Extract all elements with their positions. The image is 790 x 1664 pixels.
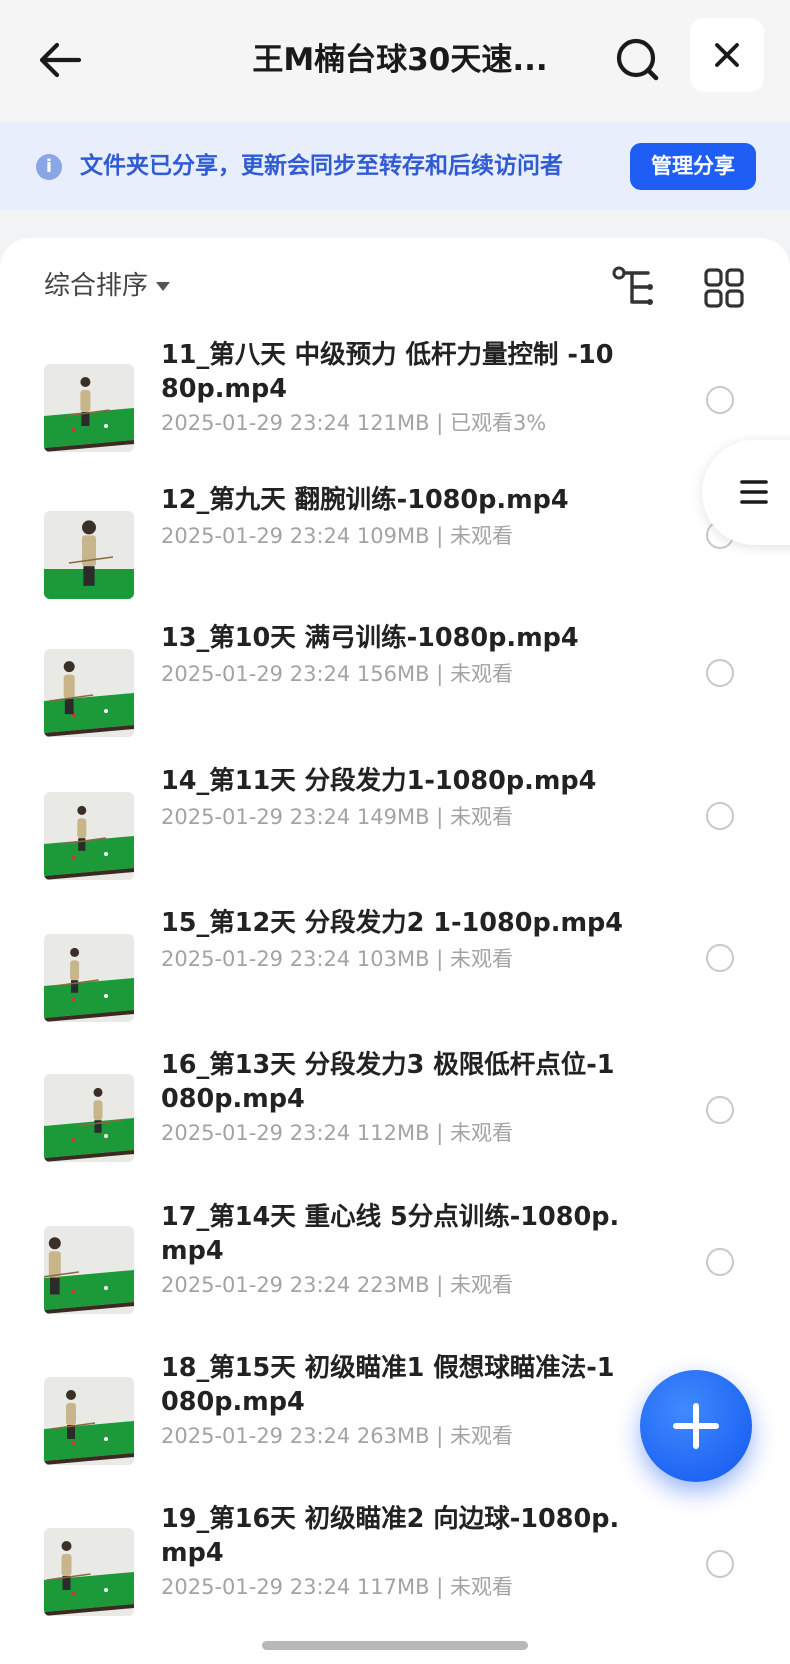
add-button[interactable] [640, 1370, 752, 1482]
grid-view-icon [704, 268, 744, 308]
file-row[interactable]: 16_第13天 分段发力3 极限低杆点位-1080p.mp4 2025-01-29… [0, 1040, 790, 1180]
file-meta: 2025-01-29 23:24 109MB | 未观看 [161, 524, 513, 548]
file-row[interactable]: 12_第九天 翻腕训练-1080p.mp4 2025-01-29 23:24 10… [0, 475, 790, 615]
grid-view-button[interactable] [700, 264, 748, 312]
file-name: 14_第11天 分段发力1-1080p.mp4 [161, 766, 597, 796]
arrow-left-icon [39, 42, 82, 78]
file-meta: 2025-01-29 23:24 112MB | 未观看 [161, 1121, 513, 1145]
file-row[interactable]: 15_第12天 分段发力2 1-1080p.mp4 2025-01-29 23:2… [0, 898, 790, 1038]
tree-view-button[interactable] [610, 264, 658, 312]
file-name: 12_第九天 翻腕训练-1080p.mp4 [161, 485, 569, 515]
file-name: 17_第14天 重心线 5分点训练-1080p.mp4 [161, 1202, 620, 1266]
video-thumbnail [44, 511, 134, 599]
file-row[interactable]: 19_第16天 初级瞄准2 向边球-1080p.mp4 2025-01-29 23… [0, 1494, 790, 1634]
file-row[interactable]: 13_第10天 满弓训练-1080p.mp4 2025-01-29 23:24 1… [0, 613, 790, 753]
video-thumbnail [44, 1377, 134, 1465]
file-name: 13_第10天 满弓训练-1080p.mp4 [161, 623, 579, 653]
file-meta: 2025-01-29 23:24 117MB | 未观看 [161, 1575, 513, 1599]
sort-dropdown[interactable]: 综合排序 [44, 266, 171, 306]
tree-view-icon [612, 266, 653, 305]
file-name: 18_第15天 初级瞄准1 假想球瞄准法-1080p.mp4 [161, 1353, 615, 1417]
page-title: 王M楠台球30天速... [252, 42, 548, 78]
plus-icon [673, 1403, 719, 1449]
file-name: 16_第13天 分段发力3 极限低杆点位-1080p.mp4 [161, 1050, 615, 1114]
file-row[interactable]: 17_第14天 重心线 5分点训练-1080p.mp4 2025-01-29 23… [0, 1192, 790, 1332]
sort-label: 综合排序 [44, 271, 149, 301]
select-radio[interactable] [706, 1550, 734, 1578]
select-radio[interactable] [706, 944, 734, 972]
back-button[interactable] [34, 34, 86, 86]
close-icon [715, 43, 739, 67]
file-meta: 2025-01-29 23:24 103MB | 未观看 [161, 947, 513, 971]
video-thumbnail [44, 1074, 134, 1162]
share-banner-text: 文件夹已分享，更新会同步至转存和后续访问者 [80, 153, 563, 179]
file-meta: 2025-01-29 23:24 149MB | 未观看 [161, 805, 513, 829]
info-icon: i [36, 154, 62, 180]
video-thumbnail [44, 364, 134, 452]
video-thumbnail [44, 1226, 134, 1314]
file-meta: 2025-01-29 23:24 223MB | 未观看 [161, 1273, 513, 1297]
home-indicator[interactable] [262, 1641, 528, 1650]
file-meta: 2025-01-29 23:24 156MB | 未观看 [161, 662, 513, 686]
top-bar: 王M楠台球30天速... [0, 0, 790, 120]
file-name: 15_第12天 分段发力2 1-1080p.mp4 [161, 908, 624, 938]
menu-icon [740, 480, 768, 504]
select-radio[interactable] [706, 1248, 734, 1276]
file-meta: 2025-01-29 23:24 263MB | 未观看 [161, 1424, 513, 1448]
video-thumbnail [44, 792, 134, 880]
manage-share-button[interactable]: 管理分享 [630, 143, 756, 190]
file-meta: 2025-01-29 23:24 121MB | 已观看3% [161, 411, 547, 435]
select-radio[interactable] [706, 1096, 734, 1124]
video-thumbnail [44, 934, 134, 1022]
close-button[interactable] [690, 18, 764, 92]
file-row[interactable]: 11_第八天 中级预力 低杆力量控制 -1080p.mp4 2025-01-29 … [0, 330, 790, 470]
file-name: 11_第八天 中级预力 低杆力量控制 -1080p.mp4 [161, 340, 614, 404]
share-banner: i 文件夹已分享，更新会同步至转存和后续访问者 管理分享 [0, 122, 790, 210]
select-radio[interactable] [706, 659, 734, 687]
file-row[interactable]: 14_第11天 分段发力1-1080p.mp4 2025-01-29 23:24 … [0, 756, 790, 896]
search-icon [616, 38, 659, 81]
select-radio[interactable] [706, 386, 734, 414]
search-button[interactable] [608, 30, 668, 90]
caret-down-icon [156, 282, 171, 291]
file-name: 19_第16天 初级瞄准2 向边球-1080p.mp4 [161, 1504, 620, 1568]
video-thumbnail [44, 649, 134, 737]
video-thumbnail [44, 1528, 134, 1616]
select-radio[interactable] [706, 802, 734, 830]
